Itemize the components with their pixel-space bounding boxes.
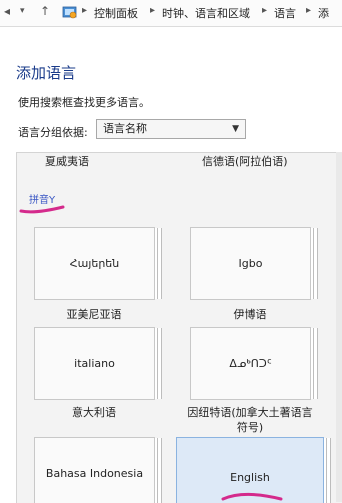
language-tile-igbo[interactable]: Igbo <box>190 227 311 300</box>
breadcrumb-control-panel[interactable]: 控制面板 <box>94 5 138 21</box>
language-native-name: italiano <box>74 357 115 370</box>
group-by-label: 语言分组依据: <box>18 126 88 139</box>
language-native-name: Հայերեն <box>69 257 120 270</box>
breadcrumb-separator-icon: ▸ <box>262 5 268 16</box>
breadcrumb-separator-icon: ▸ <box>82 5 88 16</box>
language-tile-italian[interactable]: italiano <box>34 327 155 400</box>
breadcrumb-language[interactable]: 语言 <box>274 5 296 21</box>
recent-dropdown-button[interactable]: ▾ <box>20 6 25 16</box>
language-native-name: Igbo <box>238 257 263 270</box>
language-caption: 亚美尼亚语 <box>66 308 122 321</box>
language-caption: 因纽特语(加拿大土著语言符号) <box>187 406 313 434</box>
language-tile-armenian[interactable]: Հայերեն <box>34 227 155 300</box>
breadcrumb-separator-icon: ▸ <box>306 5 312 16</box>
red-scribble-annotation <box>221 493 283 501</box>
group-by-value: 语言名称 <box>103 122 147 135</box>
panel-scrollbar[interactable] <box>336 152 342 502</box>
page-title: 添加语言 <box>16 64 77 82</box>
language-native-name: ᐃᓄᒃᑎᑐᑦ <box>229 357 272 370</box>
language-native-name: English <box>230 470 270 484</box>
language-list-panel: 夏威夷语 信德语(阿拉伯语) 拼音Y Հայերեն 亚美尼亚语 Igbo 伊博… <box>16 152 342 503</box>
breadcrumb-separator-icon: ▸ <box>150 5 156 16</box>
language-tile-indonesian[interactable]: Bahasa Indonesia <box>34 437 155 503</box>
language-caption: 伊博语 <box>233 308 267 321</box>
red-underline-annotation <box>19 205 65 214</box>
address-bar: ◂ ▾ ↑ ▸ 控制面板 ▸ 时钟、语言和区域 ▸ 语言 ▸ 添 <box>0 0 342 27</box>
language-caption-sindhi[interactable]: 信德语(阿拉伯语) <box>202 153 288 169</box>
back-button[interactable]: ◂ <box>4 4 10 18</box>
search-hint-text: 使用搜索框查找更多语言。 <box>18 96 150 109</box>
up-button[interactable]: ↑ <box>40 4 50 18</box>
chevron-down-icon: ▼ <box>232 124 239 134</box>
language-caption: 意大利语 <box>72 406 116 419</box>
language-native-name: Bahasa Indonesia <box>45 467 144 480</box>
group-by-select[interactable]: 语言名称 ▼ <box>96 119 246 139</box>
breadcrumb-add-language[interactable]: 添 <box>318 5 329 21</box>
control-panel-icon <box>62 6 77 19</box>
language-tile-inuktitut[interactable]: ᐃᓄᒃᑎᑐᑦ <box>190 327 311 400</box>
breadcrumb-clock-language-region[interactable]: 时钟、语言和区域 <box>162 5 250 21</box>
